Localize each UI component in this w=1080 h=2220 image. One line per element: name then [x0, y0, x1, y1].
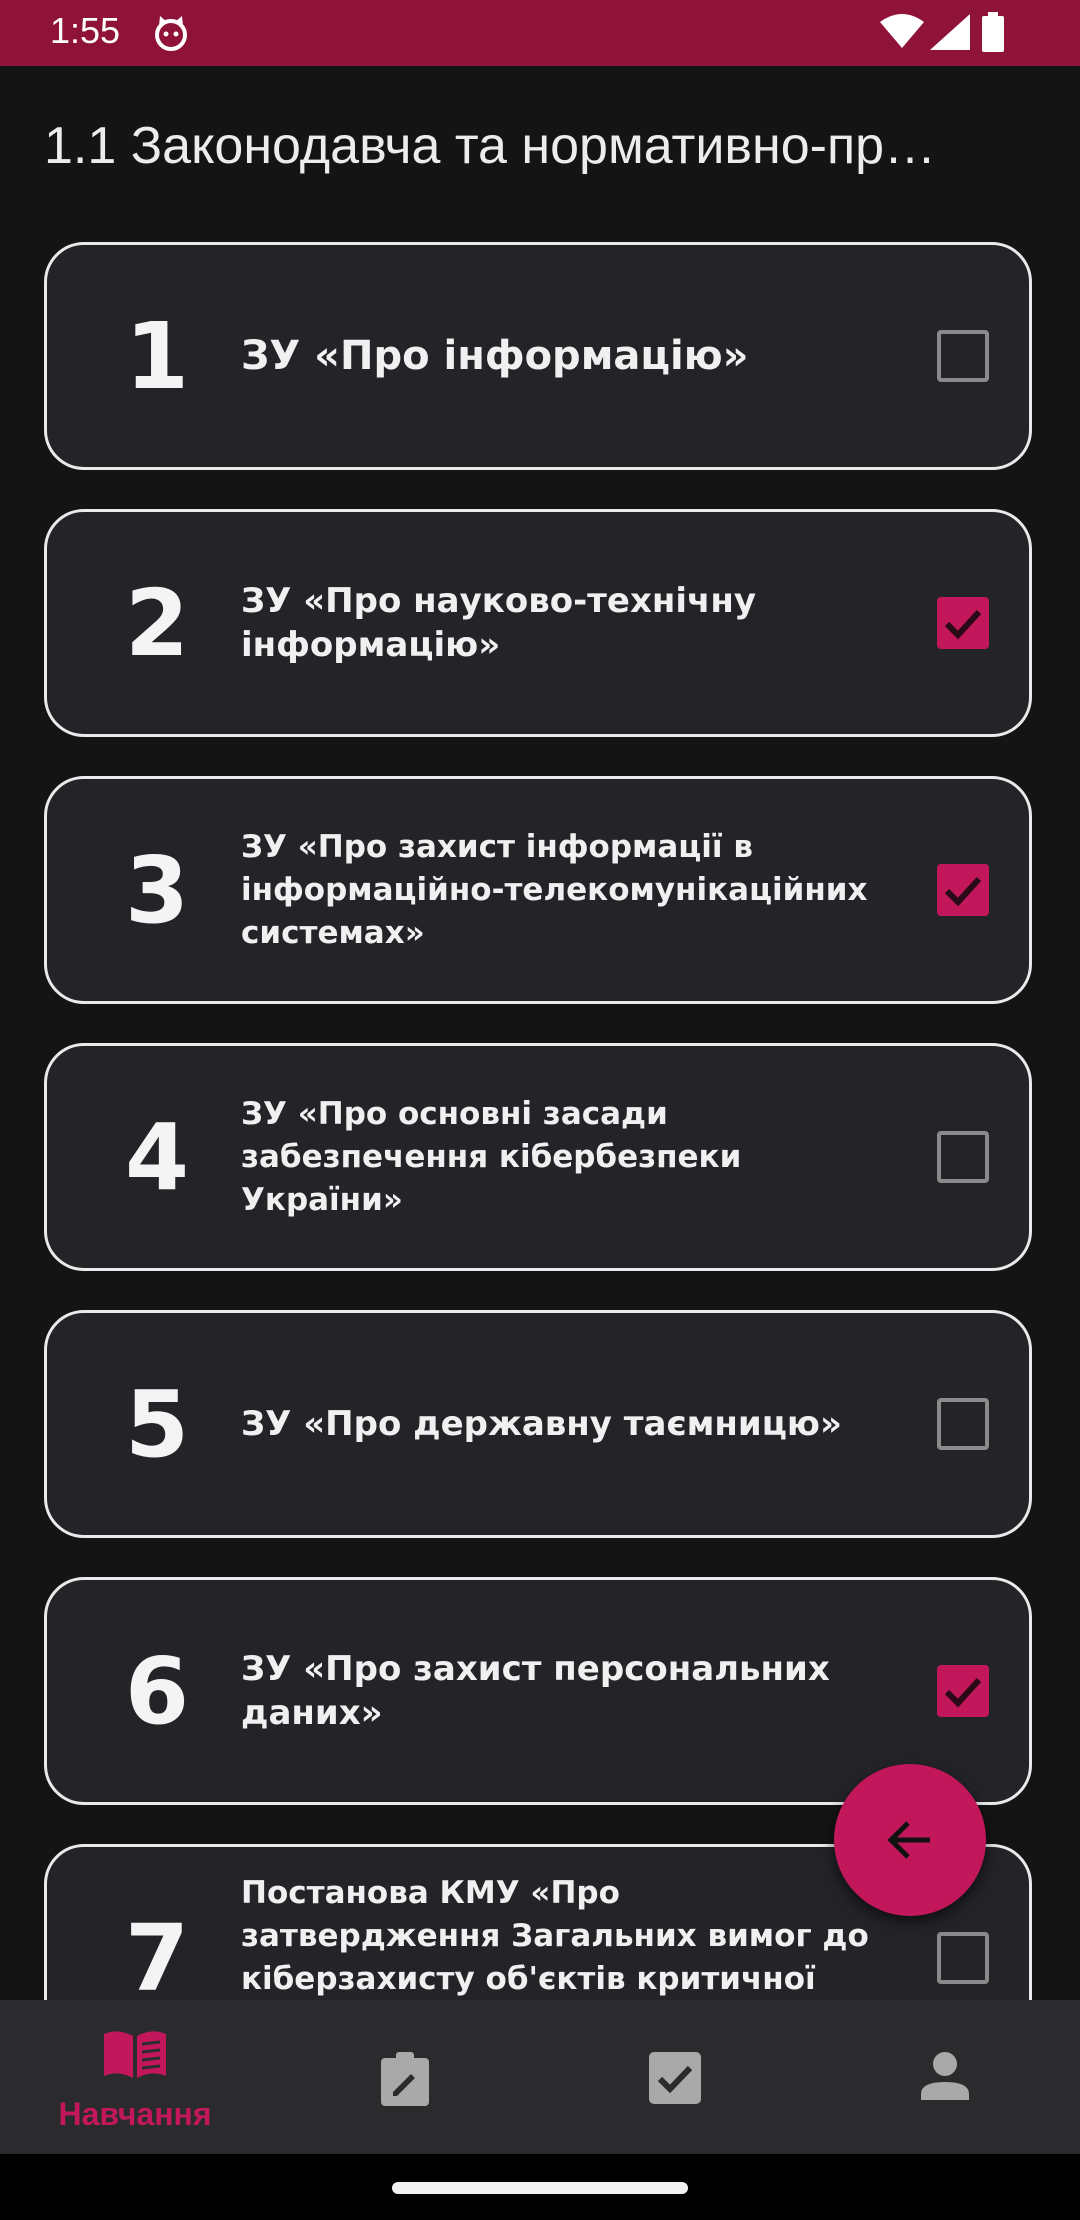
- nav-label-learning: Навчання: [58, 2096, 212, 2132]
- lesson-checkbox[interactable]: [937, 1131, 989, 1183]
- lesson-number: 4: [124, 1103, 189, 1211]
- home-gesture-bar[interactable]: [392, 2182, 688, 2194]
- lesson-number: 1: [124, 302, 189, 410]
- arrow-back-icon: [887, 1821, 930, 1859]
- bottom-navigation: Навчання: [0, 2000, 1080, 2154]
- nav-item-tasks[interactable]: [270, 2000, 540, 2154]
- lesson-title: ЗУ «Про основні засади забезпечення кібе…: [241, 1095, 742, 1218]
- lesson-card-3[interactable]: 3 ЗУ «Про захист інформації в інформацій…: [44, 776, 1032, 1004]
- lesson-number: 7: [124, 1904, 189, 2001]
- lesson-number: 2: [124, 569, 189, 677]
- lesson-card-2[interactable]: 2 ЗУ «Про науково-технічну інформацію»: [44, 509, 1032, 737]
- battery-icon: [982, 12, 1004, 57]
- person-icon: [921, 2052, 969, 2105]
- lesson-card-5[interactable]: 5 ЗУ «Про державну таємницю»: [44, 1310, 1032, 1538]
- checkbox-icon: [649, 2052, 701, 2109]
- lesson-number: 6: [124, 1637, 189, 1745]
- book-icon: [102, 2030, 168, 2085]
- nav-item-profile[interactable]: [810, 2000, 1080, 2154]
- lesson-checkbox[interactable]: [937, 330, 989, 382]
- lesson-card-1[interactable]: 1 ЗУ «Про інформацію»: [44, 242, 1032, 470]
- lesson-checkbox[interactable]: [937, 1398, 989, 1450]
- cat-icon: [152, 14, 190, 52]
- page-title: 1.1 Законодавча та нормативно-пр…: [44, 117, 937, 175]
- lesson-checkbox[interactable]: [937, 597, 989, 649]
- lesson-checkbox[interactable]: [937, 1665, 989, 1717]
- lesson-title: ЗУ «Про захист інформації в інформаційно…: [241, 828, 868, 951]
- lesson-title: ЗУ «Про захист персональних даних»: [241, 1649, 830, 1733]
- lesson-number: 5: [124, 1370, 189, 1478]
- back-fab-button[interactable]: [834, 1764, 986, 1916]
- checkmark-icon: [944, 876, 982, 907]
- nav-item-tests[interactable]: [540, 2000, 810, 2154]
- lesson-checkbox[interactable]: [937, 864, 989, 916]
- status-time: 1:55: [50, 10, 121, 51]
- checkmark-icon: [944, 609, 982, 640]
- lesson-title: ЗУ «Про інформацію»: [241, 333, 749, 379]
- lesson-title: Постанова КМУ «Про затвердження Загальни…: [241, 1875, 869, 1997]
- lesson-list[interactable]: 1 ЗУ «Про інформацію» 2 ЗУ «Про науково-…: [44, 242, 1036, 2000]
- nav-item-learning[interactable]: Навчання: [0, 2000, 270, 2154]
- lesson-card-4[interactable]: 4 ЗУ «Про основні засади забезпечення кі…: [44, 1043, 1032, 1271]
- status-bar: 1:55: [0, 0, 1080, 66]
- lesson-title: ЗУ «Про державну таємницю»: [241, 1404, 842, 1444]
- wifi-icon: [880, 14, 924, 55]
- lesson-title: ЗУ «Про науково-технічну інформацію»: [241, 581, 757, 665]
- checkmark-icon: [944, 1677, 982, 1708]
- lesson-number: 3: [124, 836, 189, 944]
- signal-icon: [930, 14, 970, 55]
- lesson-checkbox[interactable]: [937, 1932, 989, 1984]
- clipboard-edit-icon: [379, 2052, 431, 2111]
